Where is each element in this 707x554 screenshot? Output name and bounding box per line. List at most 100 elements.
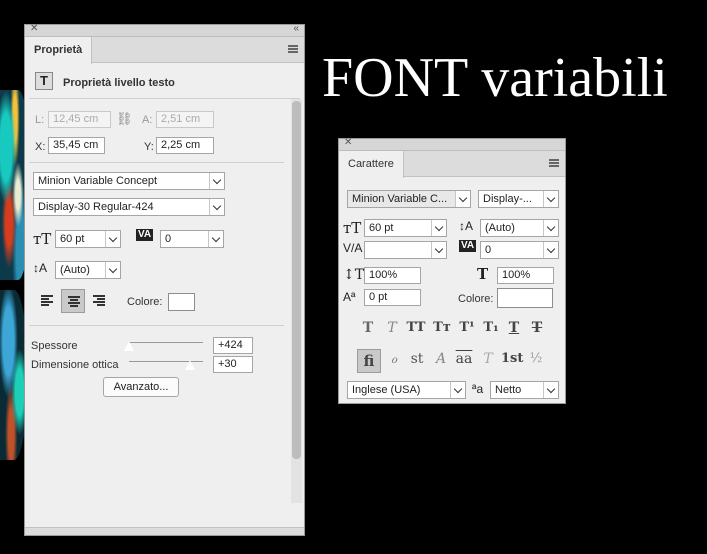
- tracking-icon: VA: [136, 229, 154, 241]
- leading-value: (Auto): [485, 222, 515, 234]
- antialias-value: Netto: [495, 384, 522, 396]
- font-size-value: 60 pt: [369, 222, 394, 234]
- tab-bar: Proprietà: [25, 37, 304, 64]
- small-caps-button[interactable]: Tт: [431, 320, 453, 340]
- tracking-value: 0: [165, 233, 172, 245]
- properties-panel: ✕ « Proprietà T Proprietà livello testo …: [24, 23, 305, 536]
- close-icon[interactable]: ✕: [30, 23, 38, 34]
- character-panel: ✕ Carattere Minion Variable C... Display…: [338, 137, 566, 404]
- vertical-scale-icon: ↕T: [343, 267, 365, 283]
- color-label: Colore:: [127, 296, 163, 308]
- advanced-button[interactable]: Avanzato...: [103, 377, 179, 397]
- language-select[interactable]: Inglese (USA): [347, 381, 466, 399]
- contextual-alternates-button[interactable]: ℴ: [385, 351, 403, 371]
- y-field[interactable]: 2,25 cm: [156, 137, 214, 154]
- optical-size-field[interactable]: +30: [213, 356, 253, 373]
- all-caps-button[interactable]: TT: [405, 320, 427, 340]
- font-style-select[interactable]: Display-30 Regular-424: [33, 198, 225, 216]
- width-label: L:: [35, 114, 45, 126]
- kerning-select[interactable]: [364, 241, 447, 259]
- height-field[interactable]: 2,51 cm: [156, 111, 214, 128]
- leading-select[interactable]: (Auto): [55, 261, 121, 279]
- font-size-value: 60 pt: [60, 233, 85, 245]
- panel-menu-icon[interactable]: [288, 45, 298, 53]
- color-swatch[interactable]: [497, 288, 553, 308]
- chevron-down-icon: [455, 191, 470, 207]
- titling-alternates-button[interactable]: T: [479, 351, 497, 371]
- font-family-select[interactable]: Minion Variable Concept: [33, 172, 225, 190]
- tracking-value: 0: [485, 244, 492, 256]
- resize-grip[interactable]: [25, 527, 304, 535]
- font-size-select[interactable]: 60 pt: [364, 219, 447, 237]
- font-family-select[interactable]: Minion Variable C...: [347, 190, 471, 208]
- optical-size-label: Dimensione ottica: [31, 359, 119, 371]
- chevron-down-icon: [105, 231, 120, 247]
- tracking-icon: VA: [459, 240, 477, 252]
- chevron-down-icon: [543, 191, 558, 207]
- superscript-button[interactable]: T¹: [456, 320, 478, 340]
- chevron-down-icon: [209, 199, 224, 215]
- align-left-button[interactable]: [35, 289, 59, 313]
- link-icon[interactable]: ⛓: [116, 111, 133, 127]
- tracking-select[interactable]: 0: [480, 241, 559, 259]
- font-family-value: Minion Variable C...: [352, 193, 448, 205]
- swash-button[interactable]: A: [431, 351, 451, 371]
- chevron-down-icon: [543, 220, 558, 236]
- chevron-down-icon: [543, 382, 558, 398]
- chevron-down-icon: [431, 220, 446, 236]
- align-center-button[interactable]: [61, 289, 85, 313]
- font-style-value: Display-30 Regular-424: [38, 201, 154, 213]
- divider: [29, 162, 284, 163]
- panel-header-bar: ✕: [339, 137, 565, 151]
- chevron-down-icon: [208, 231, 223, 247]
- faux-bold-button[interactable]: T: [359, 320, 377, 340]
- collapse-icon[interactable]: «: [293, 23, 299, 34]
- antialias-select[interactable]: Netto: [490, 381, 559, 399]
- font-style-value: Display-...: [483, 193, 532, 205]
- leading-select[interactable]: (Auto): [480, 219, 559, 237]
- close-icon[interactable]: ✕: [344, 137, 352, 148]
- leading-icon: ↕A: [459, 219, 474, 233]
- ligatures-button[interactable]: fi: [357, 349, 381, 373]
- stylistic-alternates-button[interactable]: aa: [453, 351, 475, 371]
- chevron-down-icon: [450, 382, 465, 398]
- panel-menu-icon[interactable]: [549, 159, 559, 167]
- scrollbar-thumb[interactable]: [292, 101, 301, 459]
- x-field[interactable]: 35,45 cm: [48, 137, 105, 154]
- tab-character[interactable]: Carattere: [339, 151, 404, 178]
- horizontal-scale-field[interactable]: 100%: [497, 267, 554, 284]
- faux-italic-button[interactable]: T: [383, 320, 401, 340]
- tab-properties[interactable]: Proprietà: [25, 37, 93, 64]
- fractions-button[interactable]: ½: [527, 351, 545, 371]
- vertical-scale-field[interactable]: 100%: [364, 267, 421, 284]
- width-field[interactable]: 12,45 cm: [48, 111, 111, 128]
- tracking-select[interactable]: 0: [160, 230, 224, 248]
- align-right-button[interactable]: [87, 289, 111, 313]
- strikethrough-button[interactable]: T: [528, 320, 546, 340]
- weight-slider-track[interactable]: [129, 342, 203, 343]
- font-size-icon: ᴛT: [343, 219, 362, 237]
- chevron-down-icon: [209, 173, 224, 189]
- font-size-icon: ᴛT: [33, 230, 52, 248]
- baseline-shift-field[interactable]: 0 pt: [364, 289, 421, 306]
- underline-button[interactable]: T: [505, 320, 523, 340]
- discretionary-ligatures-button[interactable]: st: [407, 351, 427, 371]
- weight-slider-thumb[interactable]: [123, 340, 135, 352]
- baseline-shift-icon: Aª: [343, 290, 356, 304]
- ordinals-button[interactable]: 1st: [501, 351, 523, 371]
- color-swatch[interactable]: [168, 293, 195, 311]
- weight-field[interactable]: +424: [213, 337, 253, 354]
- subscript-button[interactable]: T₁: [480, 320, 502, 340]
- font-style-select[interactable]: Display-...: [478, 190, 559, 208]
- font-family-value: Minion Variable Concept: [38, 175, 158, 187]
- language-value: Inglese (USA): [352, 384, 421, 396]
- font-size-select[interactable]: 60 pt: [55, 230, 121, 248]
- headline: FONT variabili: [322, 47, 668, 109]
- chevron-down-icon: [431, 242, 446, 258]
- chevron-down-icon: [105, 262, 120, 278]
- optical-slider-thumb[interactable]: [183, 359, 196, 371]
- divider: [29, 325, 284, 326]
- height-label: A:: [142, 114, 153, 126]
- leading-icon: ↕A: [33, 261, 48, 275]
- section-title: Proprietà livello testo: [63, 77, 175, 89]
